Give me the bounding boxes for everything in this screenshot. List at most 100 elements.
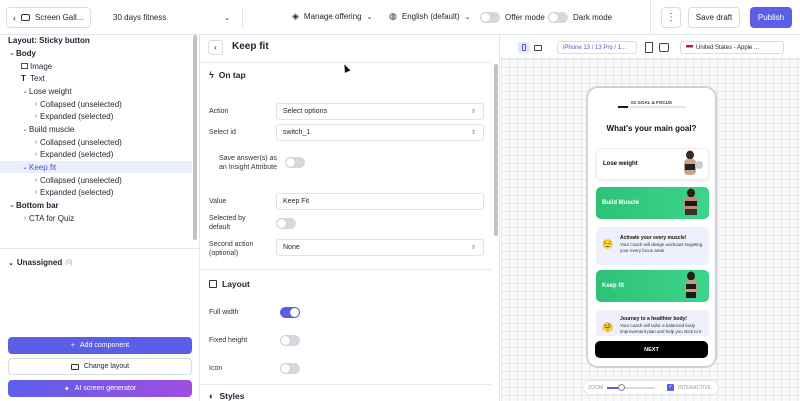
tree-item-collapsed[interactable]: › Collapsed (unselected) [0, 98, 192, 110]
athlete-image [684, 188, 698, 215]
second-action-label-line: (optional) [209, 250, 239, 257]
change-layout-button[interactable]: Change layout [8, 358, 192, 375]
dark-mode-toggle-group: Dark mode [548, 12, 612, 23]
tablet-view-button[interactable] [532, 42, 544, 53]
zoom-control: ZOOM ✓ INTERACTIVE [583, 380, 719, 395]
chevron-down-icon: ⌄ [22, 126, 28, 133]
save-draft-label: Save draft [695, 13, 733, 22]
layers-panel: Layout: Sticky button ⌄ Body Image T Text … [0, 35, 200, 401]
tree-item-keep-fit[interactable]: ⌄ Keep fit [0, 161, 192, 173]
tree-item-expanded[interactable]: › Expanded (selected) [0, 110, 192, 122]
unassigned-section[interactable]: ⌄ Unassigned (0) [8, 258, 73, 267]
action-value: Select options [283, 108, 327, 115]
more-options-button[interactable]: ⋮ [661, 7, 681, 28]
tree-item-label: Text [30, 73, 45, 83]
tree-item-expanded[interactable]: › Expanded (selected) [0, 186, 192, 198]
info-card-body: Your coach will tailor a balanced body i… [620, 323, 702, 334]
layers-scrollbar[interactable] [193, 35, 197, 240]
back-to-screens-button[interactable]: ‹ Screen Gall... [6, 7, 91, 28]
styles-section-title[interactable]: ◐ Styles [209, 391, 244, 401]
region-select[interactable]: United States - Apple ... [680, 41, 784, 54]
mobile-view-button[interactable] [518, 42, 530, 53]
on-tap-section-title[interactable]: ϟ On tap [209, 70, 246, 80]
unassigned-label: Unassigned [16, 258, 63, 267]
select-id-label: Select id [209, 129, 236, 136]
tree-item-collapsed[interactable]: › Collapsed (unselected) [0, 174, 192, 186]
tree-item-expanded[interactable]: › Expanded (selected) [0, 148, 192, 160]
publish-button[interactable]: Publish [750, 7, 792, 28]
divider [0, 248, 199, 249]
add-component-label: Add component [80, 342, 130, 349]
selected-default-label-line: default [209, 224, 231, 231]
fixed-height-toggle[interactable] [280, 335, 300, 346]
ai-screen-generator-button[interactable]: ✦ AI screen generator [8, 380, 192, 397]
next-button[interactable]: NEXT [595, 341, 708, 358]
rotate-phone-button[interactable] [645, 42, 653, 53]
kebab-menu-icon: ⋮ [666, 11, 676, 23]
layout-label: Layout [222, 279, 250, 289]
athlete-image [684, 150, 703, 175]
program-name: 30 days fitness [113, 13, 167, 22]
language-select[interactable]: ◍ English (default) ⌄ [389, 11, 471, 22]
chevron-right-icon: › [34, 100, 38, 108]
goal-card-build-muscle[interactable]: Build Muscle [596, 187, 709, 219]
selected-by-default-toggle[interactable] [276, 218, 296, 229]
info-card-title: Activate your every muscle! [620, 235, 687, 241]
goal-card-title: Keep fit [602, 283, 625, 289]
ai-screen-generator-label: AI screen generator [74, 385, 137, 392]
manage-offering-button[interactable]: ◈ Manage offering ⌄ [292, 11, 372, 22]
chevron-left-icon: ‹ [13, 12, 16, 23]
tree-item-bottom-bar[interactable]: ⌄ Bottom bar [0, 199, 192, 211]
phone-icon [522, 44, 526, 51]
properties-scrollbar[interactable] [494, 64, 498, 236]
properties-back-button[interactable]: ‹ [208, 40, 223, 55]
selected-default-label-line: Selected by [209, 215, 246, 222]
main-goal-heading: What's your main goal? [606, 124, 697, 133]
flag-icon [686, 45, 693, 50]
full-width-toggle[interactable] [280, 307, 300, 318]
save-answers-label-line: Save answer(s) as [219, 155, 277, 162]
selected-by-default-label: Selected by default [209, 214, 246, 232]
chevron-left-icon: ‹ [214, 43, 217, 52]
phone-preview[interactable]: 01 GOAL & FOCUS What's your main goal? L… [586, 86, 717, 368]
value-value: Keep Fit [283, 198, 310, 205]
tree-item-cta-for-quiz[interactable]: › CTA for Quiz [0, 212, 192, 224]
goal-card-title: Lose weight [603, 161, 638, 167]
select-id-select[interactable]: switch_1 ⇕ [276, 124, 484, 141]
tree-item-text[interactable]: T Text [0, 72, 192, 84]
action-select[interactable]: Select options ⇕ [276, 103, 484, 120]
tree-item-label: Keep fit [29, 162, 57, 172]
tree-item-collapsed[interactable]: › Collapsed (unselected) [0, 136, 192, 148]
tree-item-image[interactable]: Image [0, 60, 192, 72]
select-id-value: switch_1 [283, 129, 311, 136]
program-select[interactable]: 30 days fitness ⌄ [105, 7, 243, 28]
tree-item-label: Build muscle [29, 124, 75, 134]
offer-mode-toggle[interactable] [480, 12, 500, 23]
unassigned-count: (0) [65, 259, 73, 266]
icon-toggle[interactable] [280, 363, 300, 374]
zoom-slider-thumb[interactable] [618, 383, 626, 391]
region-label: United States - Apple ... [696, 44, 760, 51]
palette-icon: ◐ [209, 391, 215, 401]
dark-mode-toggle[interactable] [548, 12, 568, 23]
tree-item-body[interactable]: ⌄ Body [0, 47, 192, 59]
screenshot-button[interactable] [659, 43, 669, 52]
device-select[interactable]: iPhone 13 / 13 Pro / 1... [557, 41, 637, 54]
tree-item-lose-weight[interactable]: ⌄ Lose weight [0, 85, 192, 97]
device-label: iPhone 13 / 13 Pro / 1... [563, 44, 627, 51]
layout-section-title[interactable]: Layout [209, 279, 250, 289]
zoom-slider[interactable] [607, 383, 655, 391]
tree-item-build-muscle[interactable]: ⌄ Build muscle [0, 123, 192, 135]
chevron-down-icon: ⌄ [9, 202, 15, 209]
save-draft-button[interactable]: Save draft [688, 7, 740, 28]
second-action-select[interactable]: None ⇕ [276, 239, 484, 256]
tree-item-label: Body [16, 48, 36, 58]
chevron-right-icon: › [34, 150, 38, 158]
value-input[interactable]: Keep Fit [276, 193, 484, 210]
second-action-value: None [283, 244, 300, 251]
goal-card-lose-weight[interactable]: Lose weight [596, 148, 709, 180]
interactive-checkbox[interactable]: ✓ [667, 384, 674, 391]
add-component-button[interactable]: + Add component [8, 337, 192, 354]
goal-card-keep-fit[interactable]: Keep fit [596, 270, 709, 302]
save-answers-toggle[interactable] [285, 157, 305, 168]
